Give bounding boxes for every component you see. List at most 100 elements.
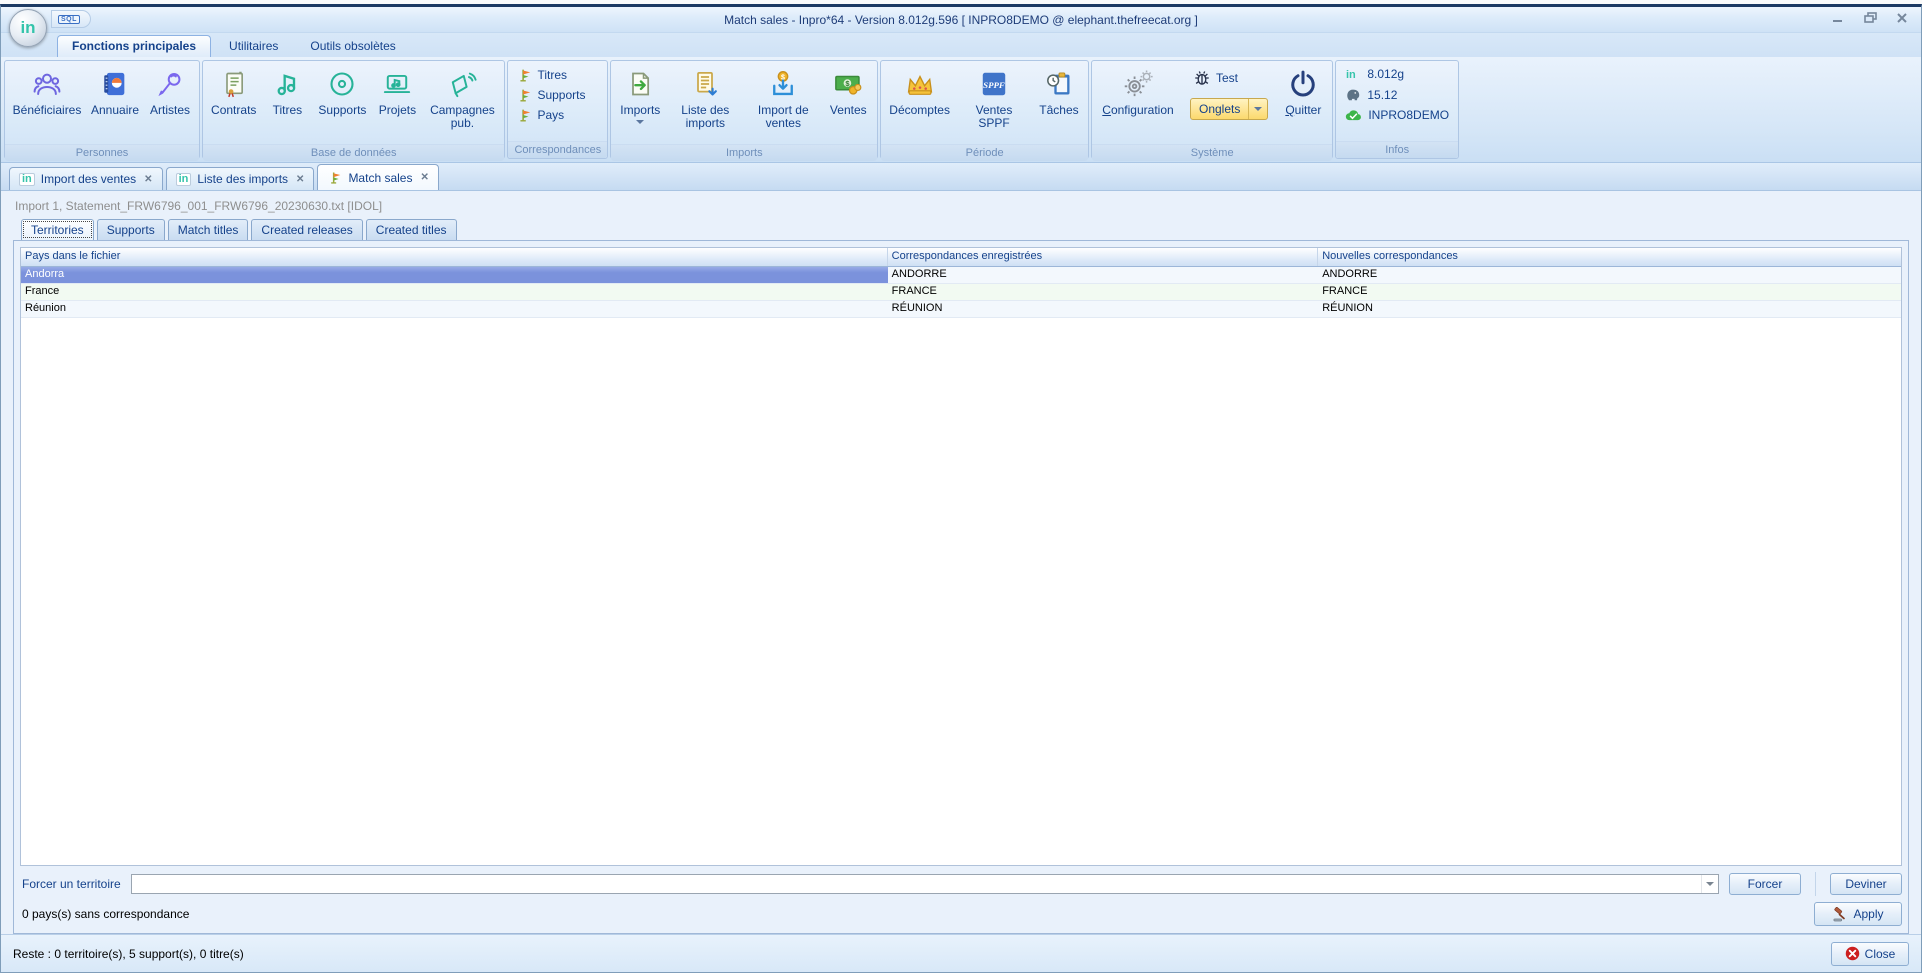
close-window-button[interactable] bbox=[1893, 11, 1911, 25]
ribbon-tab-fonctions-principales[interactable]: Fonctions principales bbox=[57, 35, 211, 57]
apply-button-label: Apply bbox=[1853, 907, 1883, 921]
ribbon-item-projets[interactable]: Projets bbox=[371, 64, 423, 144]
cell-new[interactable]: ANDORRE bbox=[1318, 267, 1901, 283]
ribbon-item-import-de-ventes[interactable]: $ Import de ventes bbox=[744, 64, 822, 144]
ribbon-item-correspondances-titres[interactable]: Titres bbox=[513, 66, 588, 84]
cell-registered[interactable]: ANDORRE bbox=[888, 267, 1319, 283]
close-button[interactable]: Close bbox=[1831, 942, 1909, 966]
sub-tab-created-titles[interactable]: Created titles bbox=[366, 219, 457, 240]
chevron-down-icon[interactable] bbox=[1249, 107, 1267, 111]
doc-tab-label: Import des ventes bbox=[41, 172, 136, 186]
sub-tab-supports[interactable]: Supports bbox=[97, 219, 165, 240]
column-header-pays[interactable]: Pays dans le fichier bbox=[21, 248, 888, 266]
ribbon-item-label: Projets bbox=[379, 104, 416, 117]
ribbon-item-contrats[interactable]: Contrats bbox=[206, 64, 261, 144]
ribbon-item-test[interactable]: Test bbox=[1190, 68, 1268, 88]
window-title: Match sales - Inpro*64 - Version 8.012g.… bbox=[724, 13, 1198, 27]
ribbon-item-taches[interactable]: Tâches bbox=[1033, 64, 1085, 144]
force-territory-combobox[interactable] bbox=[131, 874, 1719, 894]
postgres-elephant-icon bbox=[1345, 87, 1361, 102]
sub-tab-created-releases[interactable]: Created releases bbox=[251, 219, 362, 240]
window-controls bbox=[1829, 11, 1911, 25]
status-remaining-text: Reste : 0 territoire(s), 5 support(s), 0… bbox=[13, 947, 244, 961]
cell-registered[interactable]: FRANCE bbox=[888, 284, 1319, 300]
svg-text:in: in bbox=[1346, 69, 1356, 81]
ribbon-item-configuration[interactable]: Configuration bbox=[1095, 64, 1181, 144]
ribbon-item-onglets[interactable]: Onglets bbox=[1190, 98, 1268, 120]
ribbon-item-beneficiaires[interactable]: Bénéficiaires bbox=[8, 64, 86, 144]
ribbon-item-supports[interactable]: Supports bbox=[313, 64, 371, 144]
minimize-button[interactable] bbox=[1829, 11, 1847, 25]
chevron-down-icon bbox=[636, 120, 644, 124]
column-header-correspondances[interactable]: Correspondances enregistrées bbox=[888, 248, 1319, 266]
deviner-button[interactable]: Deviner bbox=[1830, 873, 1902, 895]
ribbon-item-label: Liste des imports bbox=[671, 104, 739, 130]
ribbon-item-imports[interactable]: Imports bbox=[614, 64, 666, 144]
doc-tab-match-sales[interactable]: Match sales ✕ bbox=[317, 164, 438, 190]
close-tab-icon[interactable]: ✕ bbox=[144, 174, 152, 185]
restore-button[interactable] bbox=[1861, 11, 1879, 25]
force-territory-input[interactable] bbox=[132, 875, 1701, 893]
close-tab-icon[interactable]: ✕ bbox=[296, 174, 304, 185]
sub-tab-bar: Territories Supports Match titles Create… bbox=[13, 219, 1909, 240]
cell-file-country[interactable]: Réunion bbox=[21, 301, 888, 317]
quick-access-toolbar[interactable]: SQL bbox=[51, 10, 91, 28]
ribbon-item-correspondances-supports[interactable]: Supports bbox=[513, 86, 588, 104]
info-db-version: 15.12 bbox=[1339, 84, 1455, 105]
ribbon-group-label: Période bbox=[881, 144, 1088, 161]
ribbon-item-artistes[interactable]: Artistes bbox=[144, 64, 196, 144]
doc-tab-label: Liste des imports bbox=[197, 172, 288, 186]
cell-new[interactable]: FRANCE bbox=[1318, 284, 1901, 300]
info-version: in 8.012g bbox=[1339, 64, 1455, 84]
sppf-icon: SPPF bbox=[981, 66, 1007, 102]
ribbon-tab-outils-obsoletes[interactable]: Outils obsolètes bbox=[296, 36, 409, 57]
info-database: INPRO8DEMO bbox=[1339, 105, 1455, 125]
banknote-icon: $ bbox=[833, 66, 863, 102]
ribbon-item-ventes[interactable]: $ Ventes bbox=[822, 64, 874, 144]
app-menu-button[interactable]: in bbox=[9, 9, 47, 47]
sub-tab-match-titles[interactable]: Match titles bbox=[168, 219, 249, 240]
ribbon-item-label: Supports bbox=[537, 88, 585, 102]
bug-icon bbox=[1193, 69, 1211, 87]
ribbon-item-correspondances-pays[interactable]: Pays bbox=[513, 106, 588, 124]
ribbon-item-label: Import de ventes bbox=[749, 104, 817, 130]
contract-icon bbox=[221, 66, 247, 102]
gavel-icon bbox=[1832, 907, 1848, 922]
ribbon-item-ventes-sppf[interactable]: SPPF Ventes SPPF bbox=[955, 64, 1033, 144]
doc-tab-liste-des-imports[interactable]: in Liste des imports ✕ bbox=[166, 167, 315, 190]
sub-tab-territories[interactable]: Territories bbox=[21, 219, 94, 240]
close-icon bbox=[1845, 946, 1860, 961]
ribbon-item-titres[interactable]: Titres bbox=[261, 64, 313, 144]
table-row-andorra[interactable]: Andorra ANDORRE ANDORRE bbox=[21, 267, 1901, 284]
in-logo-icon: in bbox=[20, 18, 35, 38]
apply-button[interactable]: Apply bbox=[1814, 902, 1902, 926]
ribbon-item-decomptes[interactable]: Décomptes bbox=[884, 64, 955, 144]
column-header-nouvelles[interactable]: Nouvelles correspondances bbox=[1318, 248, 1901, 266]
close-tab-icon[interactable]: ✕ bbox=[420, 172, 428, 183]
cell-file-country[interactable]: Andorra bbox=[21, 267, 888, 283]
cell-new[interactable]: RÉUNION bbox=[1318, 301, 1901, 317]
combo-dropdown-arrow-icon[interactable] bbox=[1701, 875, 1718, 893]
info-label: 8.012g bbox=[1367, 67, 1404, 81]
ribbon-item-label: Configuration bbox=[1102, 104, 1173, 117]
ribbon-item-quitter[interactable]: Quitter bbox=[1277, 64, 1329, 144]
ribbon-item-liste-des-imports[interactable]: Liste des imports bbox=[666, 64, 744, 144]
coin-tray-icon: $ bbox=[769, 66, 797, 102]
ribbon-item-campagnes-pub[interactable]: Campagnes pub. bbox=[423, 64, 501, 144]
forcer-button[interactable]: Forcer bbox=[1729, 873, 1801, 895]
ribbon-group-correspondances: Titres Supports Pays Correspondances bbox=[507, 60, 608, 159]
sql-icon[interactable]: SQL bbox=[58, 15, 80, 24]
ribbon-group-personnes: Bénéficiaires Annuaire bbox=[4, 60, 200, 159]
table-row-reunion[interactable]: Réunion RÉUNION RÉUNION bbox=[21, 301, 1901, 318]
in-logo-icon: in bbox=[19, 173, 35, 186]
ribbon-tab-utilitaires[interactable]: Utilitaires bbox=[215, 36, 292, 57]
doc-tab-label: Match sales bbox=[348, 171, 412, 185]
table-row-france[interactable]: France FRANCE FRANCE bbox=[21, 284, 1901, 301]
ribbon-group-label: Base de données bbox=[203, 144, 504, 161]
signpost-icon bbox=[327, 170, 342, 185]
cell-file-country[interactable]: France bbox=[21, 284, 888, 300]
cell-registered[interactable]: RÉUNION bbox=[888, 301, 1319, 317]
doc-tab-import-des-ventes[interactable]: in Import des ventes ✕ bbox=[9, 167, 163, 190]
ribbon-item-annuaire[interactable]: Annuaire bbox=[86, 64, 144, 144]
main-content: Import 1, Statement_FRW6796_001_FRW6796_… bbox=[1, 191, 1921, 934]
